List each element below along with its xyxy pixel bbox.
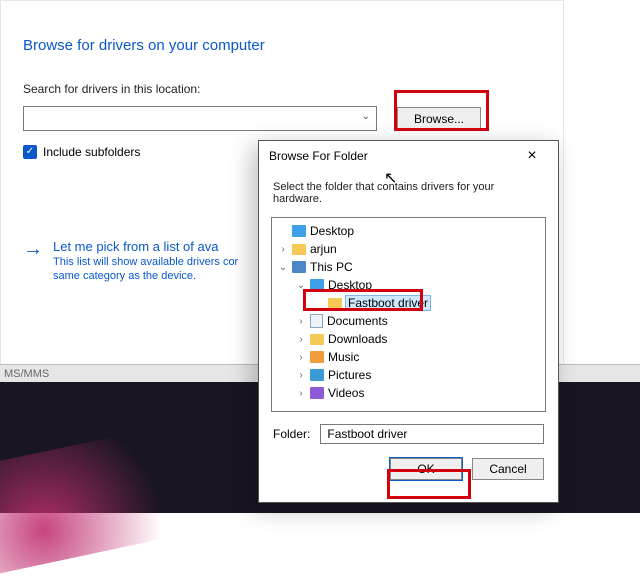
include-subfolders-label: Include subfolders (43, 145, 140, 159)
tree-item-label: arjun (310, 242, 337, 256)
tree-item[interactable]: Desktop (278, 222, 539, 240)
tree-item[interactable]: › Videos (278, 384, 539, 402)
expander-icon[interactable]: ⌄ (296, 280, 306, 291)
pick-subtext-2: same category as the device. (53, 270, 238, 282)
tree-item-label: Pictures (328, 368, 371, 382)
tree-item[interactable]: ⌄ Desktop (278, 276, 539, 294)
tree-item-label: Fastboot driver (346, 296, 430, 310)
pic-icon (310, 369, 324, 381)
tree-item-label: Documents (327, 314, 388, 328)
desktop-icon (292, 225, 306, 237)
expander-icon[interactable]: › (296, 370, 306, 381)
desktop-icon (310, 279, 324, 291)
expander-icon[interactable]: › (296, 352, 306, 363)
dialog-title: Browse For Folder (269, 149, 368, 163)
tree-item-label: Videos (328, 386, 364, 400)
arrow-right-icon: → (23, 239, 43, 282)
folder-tree[interactable]: Desktop › arjun ⌄ This PC ⌄ Desktop Fastboot dr… (271, 217, 546, 412)
close-button[interactable]: × (516, 141, 548, 171)
pc-icon (292, 261, 306, 273)
dialog-message: Select the folder that contains drivers … (259, 171, 558, 217)
tree-item-label: Downloads (328, 332, 387, 346)
music-icon (310, 351, 324, 363)
tree-item[interactable]: › Music (278, 348, 539, 366)
tree-item[interactable]: › Downloads (278, 330, 539, 348)
tree-item-label: Music (328, 350, 359, 364)
folder-name-input[interactable] (320, 424, 544, 444)
browse-for-folder-dialog: Browse For Folder × Select the folder th… (258, 140, 559, 503)
tree-item[interactable]: › Documents (278, 312, 539, 330)
expander-icon[interactable]: ⌄ (278, 262, 288, 273)
doc-icon (310, 314, 323, 328)
search-location-label: Search for drivers in this location: (23, 82, 541, 96)
folder-icon (310, 334, 324, 345)
tree-item[interactable]: › arjun (278, 240, 539, 258)
tree-item[interactable]: › Pictures (278, 366, 539, 384)
tree-item[interactable]: ⌄ This PC (278, 258, 539, 276)
expander-icon[interactable]: › (296, 334, 306, 345)
pick-heading: Let me pick from a list of ava (53, 239, 238, 254)
folder-icon (328, 298, 342, 309)
expander-icon[interactable]: › (296, 316, 306, 327)
chevron-down-icon[interactable]: ⌄ (362, 111, 370, 122)
tree-item-label: Desktop (328, 278, 372, 292)
browse-button[interactable]: Browse... (397, 107, 481, 131)
folder-icon (292, 244, 306, 255)
pick-subtext-1: This list will show available drivers co… (53, 256, 238, 268)
vid-icon (310, 387, 324, 399)
ok-button[interactable]: OK (390, 458, 462, 480)
expander-icon[interactable]: › (296, 388, 306, 399)
panel-title: Browse for drivers on your computer (23, 37, 541, 54)
tree-item[interactable]: Fastboot driver (278, 294, 539, 312)
tree-item-label: Desktop (310, 224, 354, 238)
tree-item-label: This PC (310, 260, 353, 274)
include-subfolders-checkbox[interactable]: ✓ (23, 145, 37, 159)
folder-field-label: Folder: (273, 427, 310, 441)
search-location-combobox[interactable]: ⌄ (23, 106, 377, 131)
expander-icon[interactable]: › (278, 244, 288, 255)
cancel-button[interactable]: Cancel (472, 458, 544, 480)
